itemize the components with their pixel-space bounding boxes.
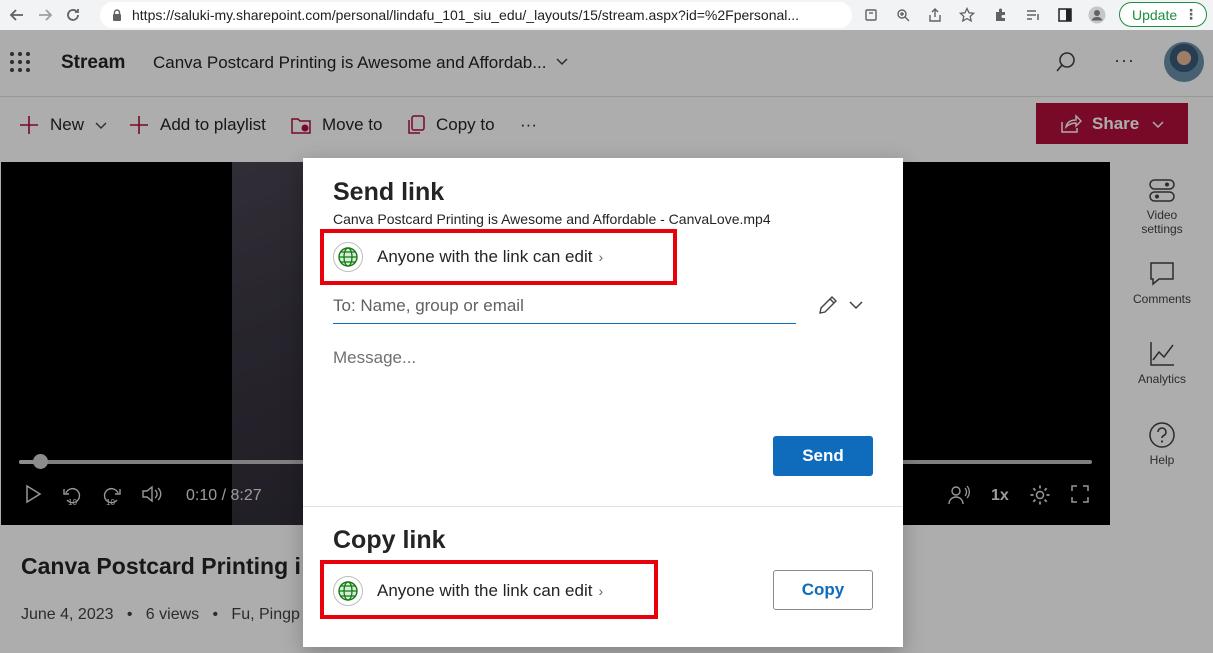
pencil-icon[interactable] — [817, 294, 839, 316]
reader-mode-icon[interactable] — [860, 4, 882, 26]
bookmark-star-icon[interactable] — [956, 4, 978, 26]
profile-icon[interactable] — [1086, 4, 1108, 26]
update-label: Update — [1132, 6, 1178, 23]
recipients-input[interactable]: To: Name, group or email — [333, 292, 796, 324]
extensions-icon[interactable] — [990, 4, 1012, 26]
annotation-highlight — [320, 229, 677, 285]
reading-list-icon[interactable] — [1022, 4, 1044, 26]
divider — [303, 506, 903, 507]
annotation-highlight — [320, 560, 658, 619]
browser-menu-icon[interactable]: ⋮ — [1184, 6, 1198, 23]
share-dialog: Send link Canva Postcard Printing is Awe… — [303, 158, 903, 647]
side-panel-icon[interactable] — [1054, 4, 1076, 26]
chevron-down-icon[interactable] — [849, 298, 863, 312]
send-button[interactable]: Send — [773, 436, 873, 476]
send-link-heading: Send link — [333, 178, 445, 206]
zoom-icon[interactable] — [892, 4, 914, 26]
address-bar[interactable]: https://saluki-my.sharepoint.com/persona… — [100, 2, 852, 28]
message-input[interactable]: Message... — [333, 348, 416, 368]
forward-icon[interactable] — [34, 4, 56, 26]
lock-icon — [113, 9, 121, 21]
browser-update-button[interactable]: Update ⋮ — [1119, 2, 1207, 27]
copy-link-heading: Copy link — [333, 526, 446, 554]
url-text: https://saluki-my.sharepoint.com/persona… — [132, 7, 800, 23]
file-name: Canva Postcard Printing is Awesome and A… — [333, 211, 771, 227]
back-icon[interactable] — [6, 4, 28, 26]
copy-button[interactable]: Copy — [773, 570, 873, 610]
share-page-icon[interactable] — [924, 4, 946, 26]
reload-icon[interactable] — [62, 4, 84, 26]
